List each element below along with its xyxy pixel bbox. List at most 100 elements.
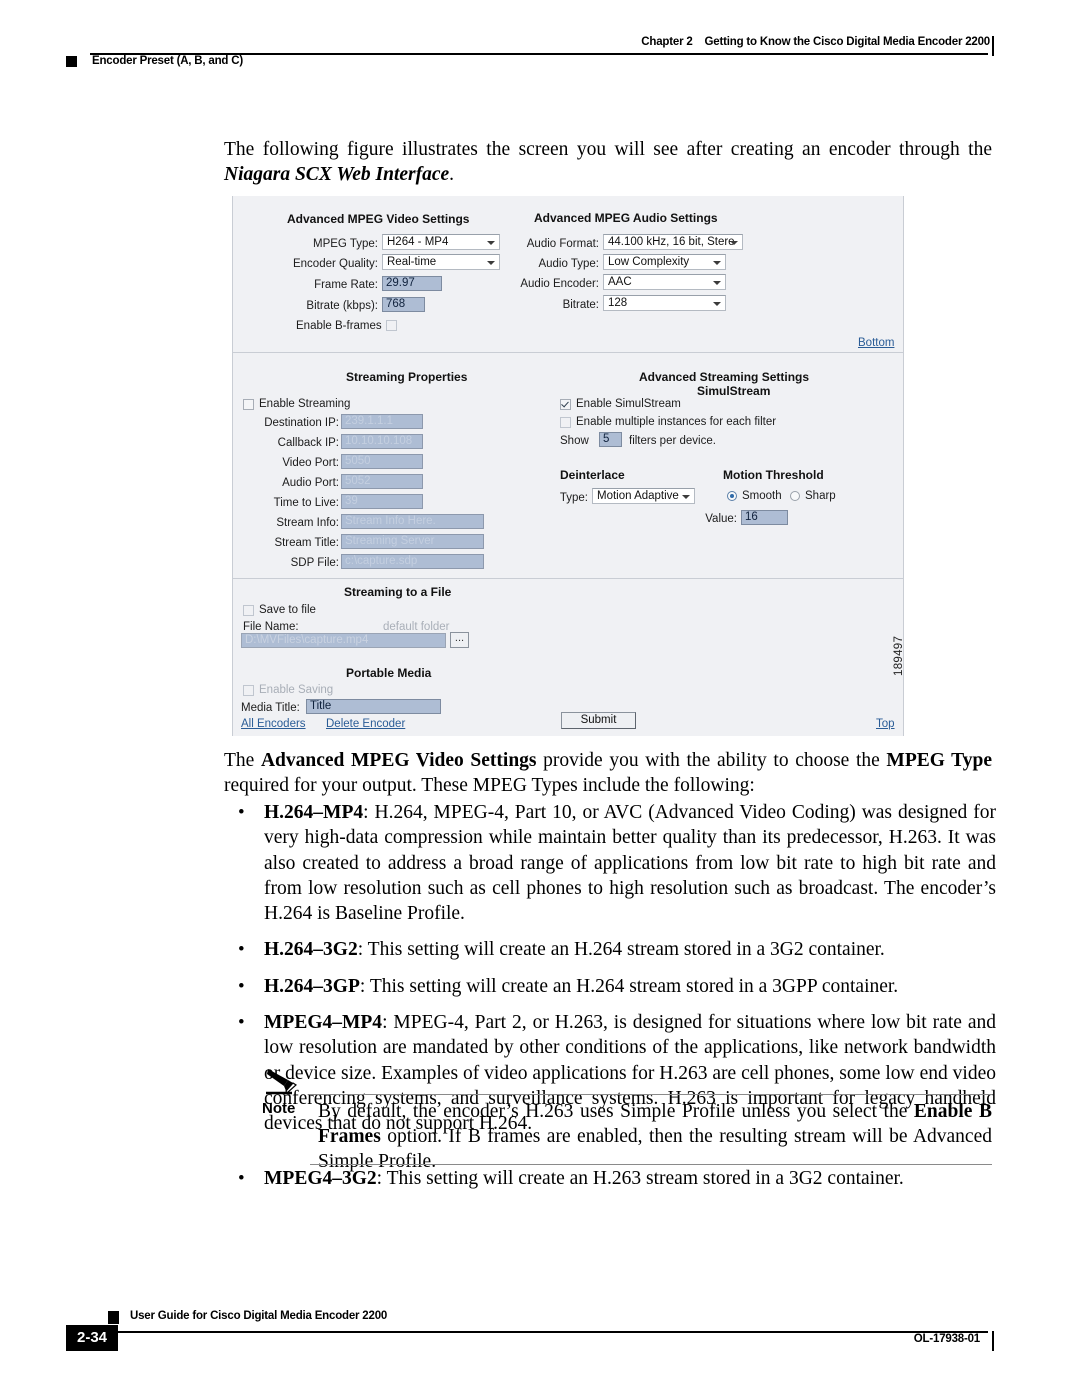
enable-multiple-instances-label: Enable multiple instances for each filte… [576,416,777,428]
motion-value-label: Value: [705,513,737,525]
enable-saving-label: Enable Saving [259,684,334,696]
audio-bitrate-label: Bitrate: [562,299,599,311]
motion-sharp-label: Sharp [805,490,836,502]
chevron-down-icon [487,261,495,265]
sdp-file-input[interactable]: c:\capture.sdp [341,554,484,569]
save-to-file-label: Save to file [259,604,316,616]
intro-text-after: . [449,164,455,185]
enable-multiple-instances-checkbox[interactable] [560,417,571,428]
bullet-dot-icon: • [238,939,245,961]
all-encoders-link[interactable]: All Encoders [241,718,306,730]
callback-ip-label: Callback IP: [277,437,339,449]
audio-encoder-value: AAC [608,276,632,288]
footer-doc-id: OL-17938-01 [913,1333,980,1345]
header-bullet-square-icon [66,56,77,67]
audio-format-select[interactable]: 44.100 kHz, 16 bit, Stere [603,234,743,250]
default-folder-label: default folder [383,621,450,633]
frame-rate-label: Frame Rate: [314,279,378,291]
bullet-dot-icon: • [238,1012,245,1034]
enable-streaming-label: Enable Streaming [259,398,351,410]
filters-per-device-input[interactable]: 5 [599,432,622,447]
frame-rate-input[interactable]: 29.97 [382,276,442,291]
header-section-title: Encoder Preset (A, B, and C) [92,55,243,67]
bullet-dot-icon: • [238,1168,245,1189]
header-chapter-title: Getting to Know the Cisco Digital Media … [704,36,991,48]
intro-text-before: The following figure illustrates the scr… [224,139,992,160]
chevron-down-icon [713,281,721,285]
video-bitrate-input[interactable]: 768 [382,297,425,312]
audio-settings-title: Advanced MPEG Audio Settings [534,211,718,225]
video-settings-title: Advanced MPEG Video Settings [287,212,470,226]
top-link[interactable]: Top [876,718,895,730]
callback-ip-input[interactable]: 10.10.10.108 [341,434,423,449]
enable-simulstream-label: Enable SimulStream [576,398,681,410]
media-title-input[interactable]: Title [306,699,441,714]
audio-type-value: Low Complexity [608,256,690,268]
show-filters-suffix: filters per device. [629,435,716,447]
audio-type-select[interactable]: Low Complexity [603,254,726,270]
mpeg-type-label: MPEG Type: [313,238,378,250]
save-to-file-checkbox[interactable] [243,605,254,616]
simulstream-subtitle: SimulStream [697,384,771,398]
audio-port-input[interactable]: 5052 [341,474,423,489]
file-path-input[interactable]: D:\MVFiles\capture.mp4 [241,633,446,648]
audio-bitrate-select[interactable]: 128 [603,295,726,311]
streaming-to-file-title: Streaming to a File [344,585,452,599]
portable-media-title: Portable Media [346,666,432,680]
video-port-input[interactable]: 5050 [341,454,423,469]
stream-title-input[interactable]: Streaming Server [341,534,484,549]
deinterlace-type-label: Type: [559,492,588,504]
audio-type-label: Audio Type: [538,258,599,270]
enable-simulstream-checkbox[interactable] [560,399,571,410]
motion-smooth-radio[interactable] [727,491,737,501]
deinterlace-type-select[interactable]: Motion Adaptive [592,488,695,504]
motion-value-input[interactable]: 16 [741,510,788,525]
bottom-link[interactable]: Bottom [858,337,894,349]
page-header: Chapter 2 Getting to Know the Cisco Digit… [0,0,1080,90]
audio-encoder-label: Audio Encoder: [520,278,599,290]
stream-info-label: Stream Info: [276,517,339,529]
destination-ip-label: Destination IP: [264,417,339,429]
enable-bframes-checkbox[interactable] [386,320,397,331]
audio-encoder-select[interactable]: AAC [603,274,726,290]
audio-format-value: 44.100 kHz, 16 bit, Stere [608,236,735,248]
list-item-text: MPEG4–3G2: This setting will create an H… [264,1168,904,1189]
paragraph-after-figure: The Advanced MPEG Video Settings provide… [224,750,992,796]
sdp-file-label: SDP File: [290,557,339,569]
browse-file-button[interactable]: ... [450,632,469,648]
stream-info-input[interactable]: Stream Info Here. [341,514,484,529]
video-port-label: Video Port: [282,457,339,469]
chevron-down-icon [713,302,721,306]
enable-streaming-checkbox[interactable] [243,399,254,410]
mpeg-type-select[interactable]: H264 - MP4 [382,234,500,250]
footer-bullet-square-icon [108,1311,119,1324]
enable-saving-checkbox[interactable] [243,685,254,696]
footer-guide-title: User Guide for Cisco Digital Media Encod… [130,1310,388,1322]
chevron-down-icon [487,241,495,245]
mpeg-types-bullet-list: • H.264–MP4: H.264, MPEG-4, Part 10, or … [224,800,996,1148]
list-item-text: H.264–3G2: This setting will create an H… [264,939,885,961]
header-right-tick [992,36,994,56]
encoder-quality-select[interactable]: Real-time [382,254,500,270]
video-bitrate-label: Bitrate (kbps): [306,300,378,312]
advanced-streaming-title: Advanced Streaming Settings [639,370,810,384]
motion-smooth-label: Smooth [742,490,782,502]
list-item-text: H.264–3GP: This setting will create an H… [264,975,899,997]
delete-encoder-link[interactable]: Delete Encoder [326,718,405,730]
list-item: • H.264–3GP: This setting will create an… [224,974,996,999]
list-item: • H.264–MP4: H.264, MPEG-4, Part 10, or … [224,800,996,926]
list-item: • H.264–3G2: This setting will create an… [224,937,996,962]
encoder-quality-value: Real-time [387,256,437,268]
time-to-live-input[interactable]: 39 [341,494,423,509]
motion-sharp-radio[interactable] [790,491,800,501]
submit-button[interactable]: Submit [561,712,636,729]
bullet-dot-icon: • [238,975,245,997]
deinterlace-title: Deinterlace [560,468,625,482]
note-rule-top [310,1094,992,1096]
show-filters-prefix: Show [560,435,589,447]
encoder-quality-label: Encoder Quality: [292,258,378,270]
chevron-down-icon [730,241,738,245]
destination-ip-input[interactable]: 239.1.1.1 [341,414,423,429]
panel-divider-2 [233,578,903,579]
bullet-dot-icon: • [238,802,245,823]
